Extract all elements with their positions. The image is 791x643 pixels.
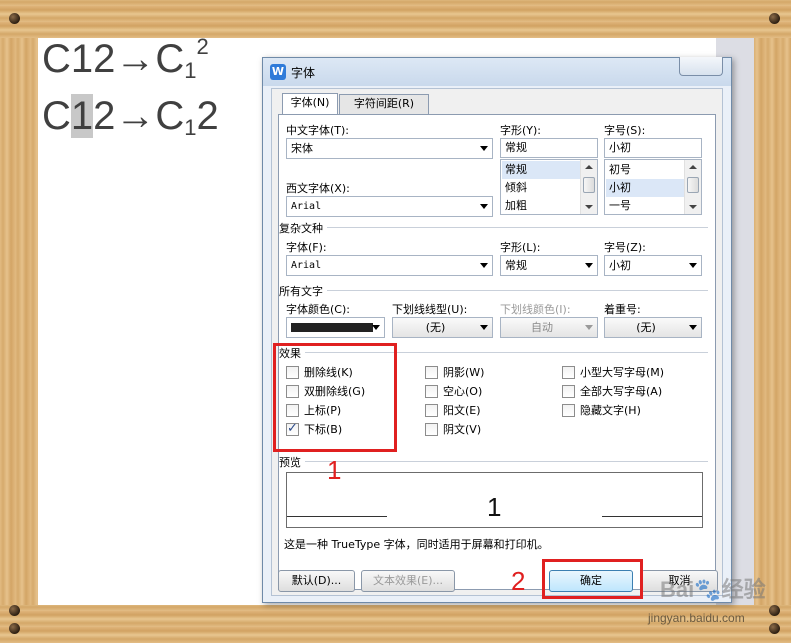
- tab-font[interactable]: 字体(N): [282, 93, 338, 115]
- complex-style-label: 字形(L):: [500, 241, 541, 254]
- outline-checkbox[interactable]: 空心(O): [425, 383, 482, 399]
- chevron-down-icon: [480, 263, 488, 268]
- chevron-down-icon: [689, 325, 697, 330]
- scroll-down-icon[interactable]: [689, 205, 697, 209]
- annotation-box-ok: [542, 559, 643, 599]
- chevron-down-icon: [372, 325, 380, 330]
- doc-line-1: C12→C12: [42, 38, 209, 83]
- style-list[interactable]: 常规 倾斜 加粗: [500, 159, 598, 215]
- chevron-down-icon: [480, 325, 488, 330]
- wps-writer-icon: W: [270, 64, 286, 80]
- watermark-url: jingyan.baidu.com: [648, 611, 745, 625]
- scroll-thumb[interactable]: [687, 177, 699, 193]
- preview-sample: 1: [487, 492, 502, 522]
- underline-style-label: 下划线线型(U):: [392, 303, 468, 316]
- scroll-thumb[interactable]: [583, 177, 595, 193]
- size-list[interactable]: 初号 小初 一号: [604, 159, 702, 215]
- nail-icon: [9, 605, 20, 616]
- underline-style-select[interactable]: (无): [392, 317, 493, 338]
- list-item[interactable]: 一号: [606, 197, 684, 214]
- western-font-select[interactable]: Arial: [286, 196, 493, 217]
- dialog-titlebar[interactable]: W 字体: [263, 57, 731, 86]
- divider: [286, 290, 708, 291]
- scrollbar[interactable]: [580, 160, 597, 214]
- complex-size-select[interactable]: 小初: [604, 255, 702, 276]
- divider: [286, 227, 708, 228]
- default-button[interactable]: 默认(D)...: [278, 570, 355, 592]
- nail-icon: [769, 13, 780, 24]
- font-color-select[interactable]: [286, 317, 385, 338]
- color-swatch: [291, 323, 373, 332]
- chevron-down-icon: [585, 263, 593, 268]
- scroll-up-icon[interactable]: [585, 165, 593, 169]
- complex-section-title: 复杂文种: [279, 220, 327, 236]
- emboss-checkbox[interactable]: 阳文(E): [425, 402, 481, 418]
- chinese-font-select[interactable]: 宋体: [286, 138, 493, 159]
- all-text-section-title: 所有文字: [279, 283, 327, 299]
- font-dialog: W 字体 字体(N) 字符间距(R) 中文字体(T): 宋体 字形(Y): 常规…: [262, 57, 732, 603]
- style-label: 字形(Y):: [500, 124, 542, 137]
- scrollbar[interactable]: [684, 160, 701, 214]
- preview-box: 1: [286, 472, 703, 528]
- doc-line-2: C12→C12: [42, 94, 219, 140]
- complex-font-label: 字体(F):: [286, 241, 327, 254]
- chinese-font-label: 中文字体(T):: [286, 124, 350, 137]
- complex-style-select[interactable]: 常规: [500, 255, 598, 276]
- emphasis-label: 着重号:: [604, 303, 641, 316]
- annotation-marker-2: 2: [511, 566, 526, 596]
- annotation-box-effects: [273, 343, 397, 452]
- dialog-client: 字体(N) 字符间距(R) 中文字体(T): 宋体 字形(Y): 常规 常规 倾…: [271, 88, 723, 596]
- shadow-checkbox[interactable]: 阴影(W): [425, 364, 484, 380]
- scroll-up-icon[interactable]: [689, 165, 697, 169]
- divider: [286, 461, 708, 462]
- chevron-down-icon: [585, 325, 593, 330]
- nail-icon: [769, 605, 780, 616]
- baidu-watermark: Bai🐾经验: [660, 577, 766, 602]
- style-input[interactable]: 常规: [500, 138, 598, 158]
- tab-character-spacing[interactable]: 字符间距(R): [339, 94, 429, 114]
- frame-top: [0, 0, 791, 38]
- nail-icon: [9, 623, 20, 634]
- nail-icon: [769, 623, 780, 634]
- complex-size-label: 字号(Z):: [604, 241, 646, 254]
- baseline-left: [287, 516, 387, 517]
- size-input[interactable]: 小初: [604, 138, 702, 158]
- size-label: 字号(S):: [604, 124, 646, 137]
- underline-color-label: 下划线颜色(I):: [500, 303, 571, 316]
- text-effect-button: 文本效果(E)...: [361, 570, 455, 592]
- preview-section-title: 预览: [279, 454, 305, 470]
- list-item[interactable]: 倾斜: [502, 179, 580, 197]
- all-caps-checkbox[interactable]: 全部大写字母(A): [562, 383, 662, 399]
- annotation-marker-1: 1: [327, 455, 342, 485]
- complex-font-select[interactable]: Arial: [286, 255, 493, 276]
- scroll-down-icon[interactable]: [585, 205, 593, 209]
- chevron-down-icon: [689, 263, 697, 268]
- baseline-right: [602, 516, 702, 517]
- western-font-label: 西文字体(X):: [286, 182, 350, 195]
- dialog-title: 字体: [291, 66, 316, 80]
- list-item[interactable]: 初号: [606, 161, 684, 179]
- engrave-checkbox[interactable]: 阴文(V): [425, 421, 481, 437]
- font-info-text: 这是一种 TrueType 字体，同时适用于屏幕和打印机。: [284, 538, 549, 551]
- chevron-down-icon: [480, 204, 488, 209]
- font-color-label: 字体颜色(C):: [286, 303, 350, 316]
- chevron-down-icon: [480, 146, 488, 151]
- selected-text: 1: [70, 94, 94, 138]
- nail-icon: [9, 13, 20, 24]
- list-item[interactable]: 小初: [606, 179, 684, 197]
- underline-color-select: 自动: [500, 317, 598, 338]
- list-item[interactable]: 常规: [502, 161, 580, 179]
- hidden-text-checkbox[interactable]: 隐藏文字(H): [562, 402, 641, 418]
- list-item[interactable]: 加粗: [502, 197, 580, 214]
- small-caps-checkbox[interactable]: 小型大写字母(M): [562, 364, 664, 380]
- emphasis-select[interactable]: (无): [604, 317, 702, 338]
- close-button[interactable]: [679, 57, 723, 76]
